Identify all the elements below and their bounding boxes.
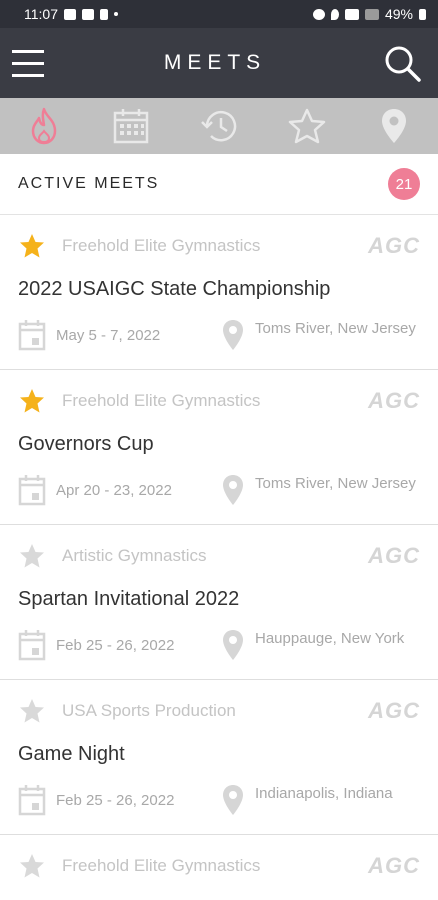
battery-text: 49% [384, 6, 413, 22]
meet-location: Hauppauge, New York [255, 630, 405, 647]
tab-calendar[interactable] [101, 98, 161, 154]
section-header: ACTIVE MEETS 21 [0, 154, 438, 215]
tab-favorites[interactable] [277, 98, 337, 154]
meet-location: Indianapolis, Indiana [255, 785, 393, 802]
meet-name: Governors Cup [18, 433, 154, 455]
tab-active-meets[interactable] [14, 98, 74, 154]
meet-organizer: USA Sports Production [62, 701, 236, 720]
meet-date: May 5 - 7, 2022 [56, 326, 161, 344]
more-dot-icon [114, 12, 118, 16]
meet-name: Spartan Invitational 2022 [18, 588, 240, 610]
battery-icon [419, 8, 426, 20]
meet-location: Toms River, New Jersey [255, 320, 416, 337]
app-bar: MEETS [0, 28, 438, 98]
status-time: 11:07 [24, 6, 58, 22]
meet-card[interactable]: Freehold Elite Gymnastics AGC [0, 835, 438, 881]
menu-button[interactable] [8, 43, 48, 83]
calendar-icon [18, 630, 46, 661]
search-button[interactable] [382, 43, 422, 83]
meet-organizer: Freehold Elite Gymnastics [62, 856, 261, 875]
meet-list: Freehold Elite Gymnastics AGC 2022 USAIG… [0, 215, 438, 881]
meet-date: Feb 25 - 26, 2022 [56, 791, 175, 809]
favorite-star-icon[interactable] [18, 232, 46, 260]
tab-nearby[interactable] [364, 98, 424, 154]
section-title: ACTIVE MEETS [18, 175, 160, 192]
calendar-icon [114, 109, 149, 144]
agc-logo: AGC [368, 698, 420, 723]
meet-organizer: Freehold Elite Gymnastics [62, 236, 261, 255]
favorite-star-icon[interactable] [18, 542, 46, 570]
location-pin-icon [223, 320, 243, 350]
alarm-icon [312, 8, 325, 20]
meet-name: Game Night [18, 743, 125, 765]
meet-date: Feb 25 - 26, 2022 [56, 636, 175, 654]
star-outline-icon [288, 108, 325, 144]
download-icon [100, 8, 108, 20]
meet-card[interactable]: Freehold Elite Gymnastics AGC 2022 USAIG… [0, 215, 438, 370]
search-icon [385, 46, 421, 82]
meet-card[interactable]: Artistic Gymnastics AGC Spartan Invitati… [0, 525, 438, 680]
location-pin-icon [223, 475, 243, 505]
hamburger-menu-icon [12, 50, 44, 77]
location-pin-icon [382, 109, 407, 143]
page-title: MEETS [163, 51, 267, 74]
favorite-star-icon[interactable] [18, 697, 46, 725]
meet-count-badge: 21 [388, 168, 420, 200]
meet-organizer: Artistic Gymnastics [62, 546, 207, 565]
status-bar: 11:07 49% [0, 0, 438, 28]
meet-name: 2022 USAIGC State Championship [18, 278, 331, 300]
agc-logo: AGC [368, 388, 420, 413]
location-icon [330, 8, 339, 20]
tab-history[interactable] [189, 98, 249, 154]
notification-icon [64, 8, 76, 20]
agc-logo: AGC [368, 233, 420, 258]
calendar-icon [18, 475, 46, 506]
favorite-star-icon[interactable] [18, 387, 46, 415]
flame-icon [31, 107, 57, 145]
history-icon [201, 110, 237, 142]
image-icon [82, 8, 94, 20]
tab-bar [0, 98, 438, 154]
agc-logo: AGC [368, 543, 420, 568]
agc-logo: AGC [368, 853, 420, 878]
meet-card[interactable]: Freehold Elite Gymnastics AGC Governors … [0, 370, 438, 525]
location-pin-icon [223, 785, 243, 815]
location-pin-icon [223, 630, 243, 660]
favorite-star-icon[interactable] [18, 852, 46, 880]
meet-card[interactable]: USA Sports Production AGC Game Night Feb… [0, 680, 438, 835]
calendar-icon [18, 320, 46, 351]
wifi-icon [344, 8, 359, 20]
meet-organizer: Freehold Elite Gymnastics [62, 391, 261, 410]
meet-date: Apr 20 - 23, 2022 [56, 481, 172, 499]
signal-icon [364, 8, 379, 20]
meet-location: Toms River, New Jersey [255, 475, 416, 492]
calendar-icon [18, 785, 46, 816]
